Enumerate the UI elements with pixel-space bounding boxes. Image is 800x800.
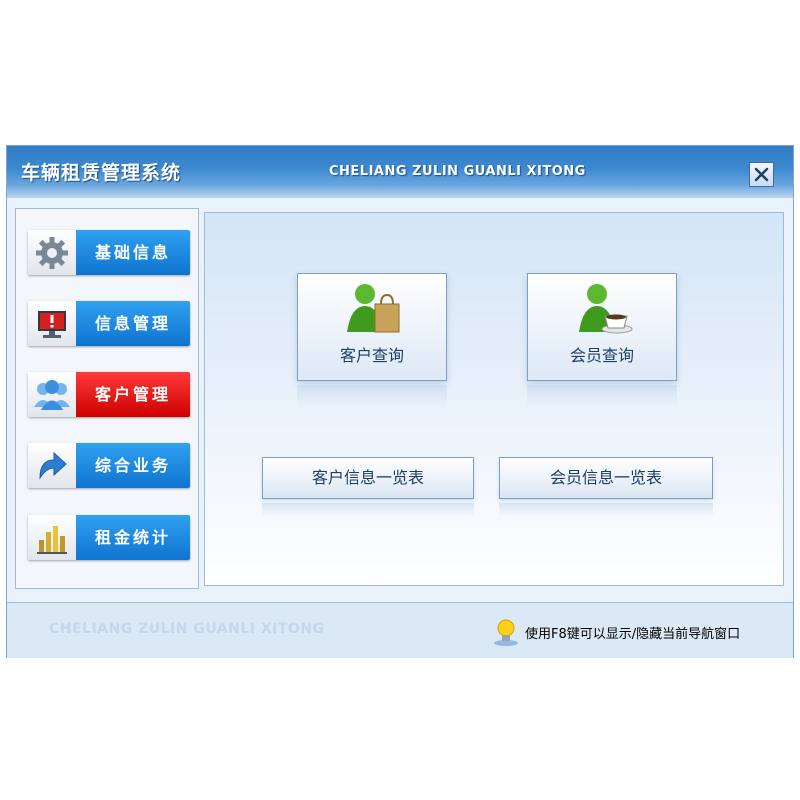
nav-integrated-business-label: 综合业务 — [94, 456, 171, 475]
status-hint: 使用F8键可以显示/隐藏当前导航窗口 — [525, 627, 741, 642]
users-icon — [34, 379, 70, 410]
content-panel: 客户查询 会员查询 客户信息一览表 会员信息一览表 — [204, 212, 784, 586]
app-title: 车辆租赁管理系统 — [21, 162, 182, 184]
gear-icon — [36, 236, 68, 269]
close-icon — [754, 167, 769, 182]
close-button[interactable] — [749, 162, 774, 187]
nav-basic-info-button[interactable]: 基础信息 — [28, 230, 190, 275]
main-window: 车辆租赁管理系统 CHELIANG ZULIN GUANLI XITONG 基础… — [6, 145, 794, 658]
user-coffee-icon — [579, 284, 633, 334]
nav-info-management-button[interactable]: 信息管理 — [28, 301, 190, 346]
status-watermark: CHELIANG ZULIN GUANLI XITONG — [49, 621, 325, 637]
nav-customer-management-label: 客户管理 — [94, 385, 171, 404]
button-reflection — [499, 503, 713, 517]
button-reflection — [262, 503, 474, 517]
nav-basic-info-label: 基础信息 — [94, 243, 171, 262]
user-shopping-bag-icon — [347, 284, 400, 333]
bar-chart-icon — [37, 525, 67, 554]
nav-rent-statistics-button[interactable]: 租金统计 — [28, 515, 190, 560]
member-query-button[interactable]: 会员查询 — [527, 273, 677, 381]
customer-query-button[interactable]: 客户查询 — [297, 273, 447, 381]
customer-query-label: 客户查询 — [339, 346, 404, 365]
arrow-icon — [39, 451, 67, 480]
bulb-icon — [494, 619, 518, 646]
nav-rent-statistics-label: 租金统计 — [94, 528, 171, 547]
navigation-sidebar: 基础信息 信息管理 客户管理 综合业务 租金统计 — [15, 208, 199, 589]
member-query-label: 会员查询 — [569, 346, 634, 365]
tile-reflection — [297, 385, 447, 407]
app-subtitle: CHELIANG ZULIN GUANLI XITONG — [329, 164, 586, 179]
member-info-list-button[interactable]: 会员信息一览表 — [499, 457, 713, 499]
tile-reflection — [527, 385, 677, 407]
nav-customer-management-button[interactable]: 客户管理 — [28, 372, 190, 417]
nav-integrated-business-button[interactable]: 综合业务 — [28, 443, 190, 488]
customer-info-list-button[interactable]: 客户信息一览表 — [262, 457, 474, 499]
status-bar: CHELIANG ZULIN GUANLI XITONG 使用F8键可以显示/隐… — [7, 602, 793, 658]
nav-info-management-label: 信息管理 — [94, 314, 171, 333]
title-bar: 车辆租赁管理系统 CHELIANG ZULIN GUANLI XITONG — [7, 146, 793, 198]
monitor-alert-icon — [38, 310, 66, 338]
